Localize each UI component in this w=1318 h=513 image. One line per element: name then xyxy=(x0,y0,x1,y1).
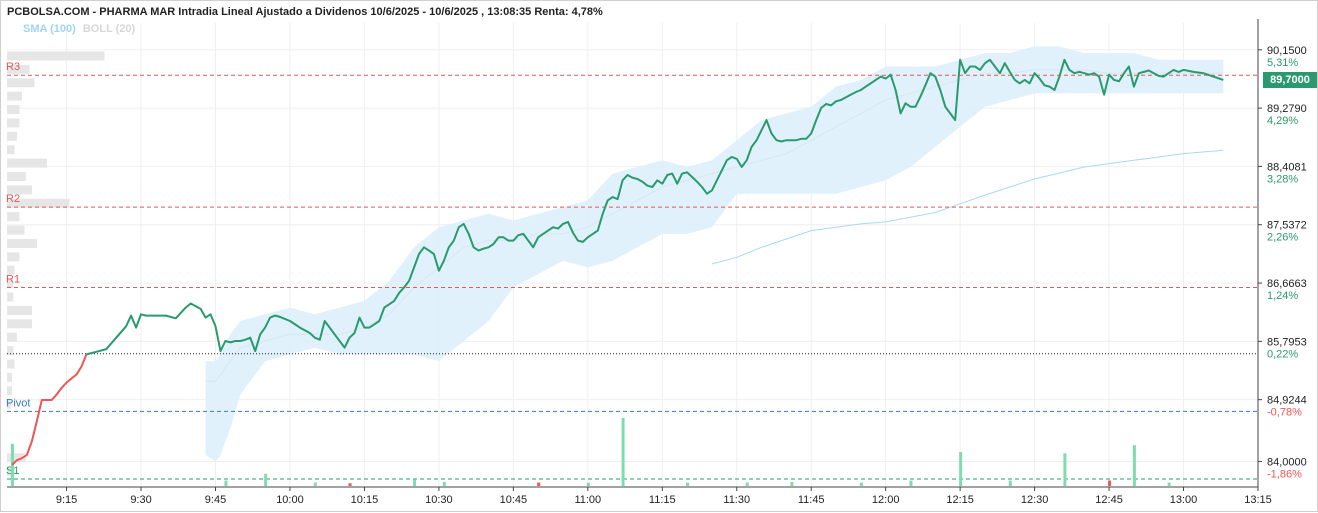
level-label-pivot: Pivot xyxy=(6,397,30,409)
volume-bar xyxy=(313,482,317,486)
y-tick-label: 89,2790 xyxy=(1267,103,1307,115)
volume-bar xyxy=(909,480,913,486)
price-line xyxy=(11,58,1224,466)
profile-bar xyxy=(7,319,32,329)
y-tick-pct: -0,78% xyxy=(1267,407,1302,419)
volume-bar xyxy=(224,480,228,486)
volume-bar xyxy=(264,473,268,486)
y-tick-label: 86,6663 xyxy=(1267,278,1307,290)
y-tick-pct: 2,26% xyxy=(1267,232,1298,244)
level-label-r3: R3 xyxy=(6,61,20,73)
y-tick-label: 85,7953 xyxy=(1267,336,1307,348)
x-tick-label: 12:15 xyxy=(946,494,974,506)
y-tick-pct: 5,31% xyxy=(1267,57,1298,69)
x-axis: 9:15 9:30 9:45 10:00 10:15 10:30 10:45 11:00 11:… xyxy=(56,487,1272,506)
x-tick-label: 10:15 xyxy=(351,494,379,506)
x-tick-label: 11:00 xyxy=(574,494,601,506)
profile-bar xyxy=(7,359,15,369)
y-axis: 90,15005,31% 89,27904,29% 88,40813,28% 87,5… xyxy=(1258,45,1307,481)
level-label-r1: R1 xyxy=(6,273,20,285)
x-tick-label: 9:45 xyxy=(205,494,226,506)
legend-boll[interactable]: BOLL (20) xyxy=(83,23,135,35)
volume-bars xyxy=(10,418,1171,486)
profile-bar xyxy=(7,131,17,141)
x-tick-label: 10:00 xyxy=(276,494,304,506)
profile-bar xyxy=(7,145,15,155)
price-line-below-ref xyxy=(11,354,88,466)
pivot-levels: R3R2R1PivotS1 xyxy=(6,61,1258,480)
volume-bar xyxy=(1108,480,1112,486)
volume-bar xyxy=(959,452,963,486)
profile-bar xyxy=(7,78,35,88)
chart-legend: SMA (100) BOLL (20) xyxy=(23,23,135,35)
volume-bar xyxy=(1063,453,1067,486)
profile-bar xyxy=(7,386,12,396)
profile-bar xyxy=(7,292,14,302)
profile-bar xyxy=(7,51,105,61)
last-price-badge: 89,7000 xyxy=(1263,72,1317,88)
x-tick-label: 12:00 xyxy=(872,494,900,506)
chart-canvas: R3R2R1PivotS1 90,15005,31%89,27904,29%88… xyxy=(6,19,1307,506)
volume-bar xyxy=(537,482,541,486)
level-label-r2: R2 xyxy=(6,193,20,205)
volume-bar xyxy=(859,482,863,486)
volume-bar xyxy=(1008,480,1012,486)
y-tick-pct: 0,22% xyxy=(1267,348,1298,360)
profile-bar xyxy=(7,252,20,262)
y-tick-label: 90,1500 xyxy=(1267,45,1307,57)
y-tick-label: 87,5372 xyxy=(1267,220,1307,232)
chart-title: PCBOLSA.COM - PHARMA MAR Intradia Lineal… xyxy=(7,6,603,18)
legend-sma[interactable]: SMA (100) xyxy=(23,23,76,35)
profile-bar xyxy=(7,372,12,382)
volume-profile xyxy=(7,51,105,476)
x-tick-label: 9:30 xyxy=(130,494,151,506)
x-tick-label: 13:00 xyxy=(1170,494,1198,506)
profile-bar xyxy=(7,238,37,248)
volume-bar xyxy=(348,483,352,486)
volume-bar xyxy=(1167,482,1171,486)
x-tick-label: 12:45 xyxy=(1095,494,1123,506)
volume-bar xyxy=(745,482,749,486)
x-tick-label: 10:45 xyxy=(500,494,528,506)
x-tick-label: 9:15 xyxy=(56,494,77,506)
volume-bar xyxy=(790,481,794,486)
x-tick-label: 11:15 xyxy=(649,494,676,506)
volume-bar xyxy=(686,482,690,486)
y-tick-pct: -1,86% xyxy=(1267,469,1302,481)
x-tick-label: 10:30 xyxy=(425,494,453,506)
profile-bar xyxy=(7,158,47,168)
x-tick-label: 13:15 xyxy=(1244,494,1272,506)
x-tick-label: 12:30 xyxy=(1021,494,1049,506)
profile-bar xyxy=(7,305,32,315)
x-tick-label: 11:30 xyxy=(723,494,750,506)
x-tick-label: 11:45 xyxy=(798,494,825,506)
profile-bar xyxy=(7,105,20,115)
y-tick-label: 88,4081 xyxy=(1267,161,1307,173)
y-tick-pct: 3,28% xyxy=(1267,173,1298,185)
volume-bar xyxy=(621,418,625,486)
volume-bar xyxy=(442,481,446,486)
y-tick-pct: 1,24% xyxy=(1267,290,1298,302)
profile-bar xyxy=(7,171,26,181)
volume-bar xyxy=(413,479,417,486)
y-tick-label: 84,0000 xyxy=(1267,457,1307,469)
profile-bar xyxy=(7,332,17,342)
profile-bar xyxy=(7,225,25,235)
volume-bar xyxy=(586,482,590,486)
volume-bar xyxy=(1132,445,1136,486)
intraday-chart: R3R2R1PivotS1 90,15005,31%89,27904,29%88… xyxy=(0,0,1318,512)
y-tick-pct: 4,29% xyxy=(1267,115,1298,127)
y-tick-label: 84,9244 xyxy=(1267,395,1307,407)
profile-bar xyxy=(7,212,20,222)
profile-bar xyxy=(7,118,20,128)
profile-bar xyxy=(7,91,22,101)
